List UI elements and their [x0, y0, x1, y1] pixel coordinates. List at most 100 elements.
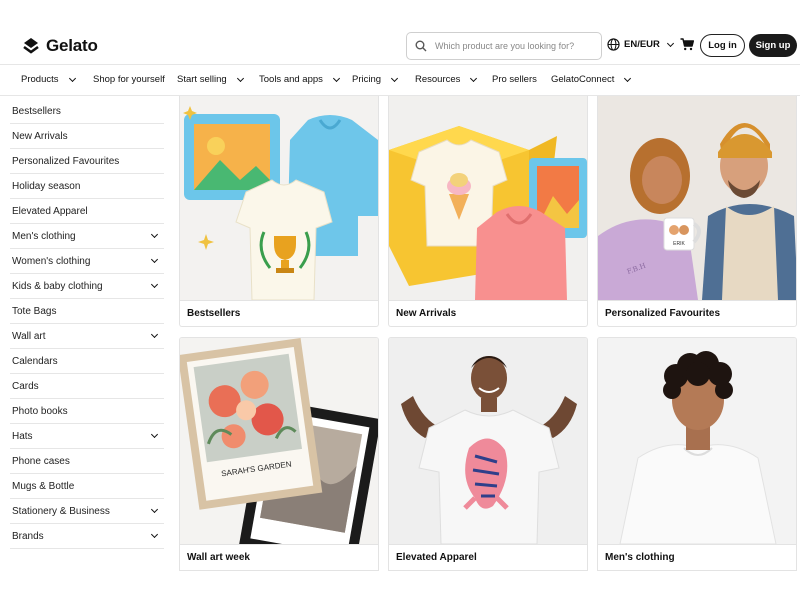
nav-label: Shop for yourself [93, 74, 165, 85]
chevron-down-icon [150, 330, 159, 339]
category-sidebar: Bestsellers New Arrivals Personalized Fa… [10, 99, 164, 549]
nav-tools-and-apps[interactable]: Tools and apps [259, 74, 340, 85]
brand-name: Gelato [46, 36, 98, 55]
sidebar-item-label: Elevated Apparel [12, 205, 88, 217]
sidebar-item-label: New Arrivals [12, 130, 68, 142]
card-label: Men's clothing [598, 544, 796, 570]
sidebar-item-label: Mugs & Bottle [12, 480, 75, 492]
sidebar-item-label: Women's clothing [12, 255, 91, 267]
sidebar-item-label: Photo books [12, 405, 68, 417]
cart-icon [680, 38, 695, 51]
chevron-down-icon [150, 505, 159, 514]
gelato-logo-icon [23, 38, 39, 54]
nav-label: Start selling [177, 74, 227, 85]
category-card-elevated-apparel[interactable]: Elevated Apparel [388, 337, 588, 571]
sidebar-item-label: Tote Bags [12, 305, 57, 317]
signup-button[interactable]: Sign up [749, 34, 797, 57]
nav-pricing[interactable]: Pricing [352, 74, 399, 85]
main-navigation: Products Shop for yourself Start selling… [0, 64, 800, 96]
card-label: Elevated Apparel [389, 544, 587, 570]
new-arrivals-image [389, 96, 587, 300]
search-input[interactable] [435, 41, 585, 51]
sidebar-item-calendars[interactable]: Calendars [10, 349, 164, 374]
globe-icon [607, 38, 620, 51]
nav-label: Pricing [352, 74, 382, 85]
sidebar-item-womens-clothing[interactable]: Women's clothing [10, 249, 164, 274]
sidebar-item-label: Calendars [12, 355, 58, 367]
sidebar-item-hats[interactable]: Hats [10, 424, 164, 449]
sidebar-item-mugs-bottle[interactable]: Mugs & Bottle [10, 474, 164, 499]
chevron-down-icon [68, 74, 76, 82]
nav-label: GelatoConnect [551, 74, 615, 85]
nav-start-selling[interactable]: Start selling [177, 74, 244, 85]
brand-logo[interactable]: Gelato [22, 36, 98, 56]
chevron-down-icon [666, 39, 674, 47]
sidebar-item-label: Holiday season [12, 180, 81, 192]
nav-pro-sellers[interactable]: Pro sellers [492, 74, 537, 85]
card-label: Bestsellers [180, 300, 378, 326]
search-box[interactable] [406, 32, 602, 60]
sidebar-item-kids-baby-clothing[interactable]: Kids & baby clothing [10, 274, 164, 299]
chevron-down-icon [470, 74, 478, 82]
sidebar-item-personalized-favourites[interactable]: Personalized Favourites [10, 149, 164, 174]
bestsellers-image [180, 96, 378, 300]
sidebar-item-label: Wall art [12, 330, 46, 342]
card-label: New Arrivals [389, 300, 587, 326]
sidebar-item-tote-bags[interactable]: Tote Bags [10, 299, 164, 324]
sidebar-item-label: Personalized Favourites [12, 155, 120, 167]
sidebar-item-new-arrivals[interactable]: New Arrivals [10, 124, 164, 149]
chevron-down-icon [624, 74, 632, 82]
mens-clothing-image [598, 338, 796, 544]
chevron-down-icon [391, 74, 399, 82]
sidebar-item-label: Phone cases [12, 455, 70, 467]
language-selector[interactable]: EN/EUR [607, 38, 674, 51]
category-card-mens-clothing[interactable]: Men's clothing [597, 337, 797, 571]
nav-label: Products [21, 74, 59, 85]
site-header: Gelato EN/EUR Log in Sign up [0, 0, 800, 64]
nav-label: Pro sellers [492, 74, 537, 85]
sidebar-item-mens-clothing[interactable]: Men's clothing [10, 224, 164, 249]
sidebar-item-brands[interactable]: Brands [10, 524, 164, 549]
sidebar-item-wall-art[interactable]: Wall art [10, 324, 164, 349]
category-card-wall-art-week[interactable]: SARAH'S GARDEN Wall art week [179, 337, 379, 571]
nav-resources[interactable]: Resources [415, 74, 478, 85]
card-label: Wall art week [180, 544, 378, 570]
sidebar-item-stationery-business[interactable]: Stationery & Business [10, 499, 164, 524]
sidebar-item-photo-books[interactable]: Photo books [10, 399, 164, 424]
sidebar-item-label: Men's clothing [12, 230, 76, 242]
chevron-down-icon [150, 430, 159, 439]
sidebar-item-label: Stationery & Business [12, 505, 110, 517]
nav-products[interactable]: Products [21, 74, 76, 85]
chevron-down-icon [236, 74, 244, 82]
category-card-personalized-favourites[interactable]: ERIK F.B.H Personalized Favourites [597, 96, 797, 327]
sidebar-item-label: Kids & baby clothing [12, 280, 103, 292]
category-card-new-arrivals[interactable]: New Arrivals [388, 96, 588, 327]
nav-shop-for-yourself[interactable]: Shop for yourself [93, 74, 165, 85]
personalized-favourites-image: ERIK F.B.H [598, 96, 796, 300]
sidebar-item-label: Hats [12, 430, 33, 442]
chevron-down-icon [150, 255, 159, 264]
nav-label: Tools and apps [259, 74, 323, 85]
sidebar-item-phone-cases[interactable]: Phone cases [10, 449, 164, 474]
chevron-down-icon [150, 280, 159, 289]
wall-art-week-image: SARAH'S GARDEN [180, 338, 378, 544]
category-card-bestsellers[interactable]: Bestsellers [179, 96, 379, 327]
elevated-apparel-image [389, 338, 587, 544]
search-icon [415, 40, 427, 52]
sidebar-item-cards[interactable]: Cards [10, 374, 164, 399]
sidebar-item-elevated-apparel[interactable]: Elevated Apparel [10, 199, 164, 224]
mug-print-text: ERIK [673, 241, 685, 247]
nav-label: Resources [415, 74, 461, 85]
cart-button[interactable] [680, 38, 695, 56]
sidebar-item-holiday-season[interactable]: Holiday season [10, 174, 164, 199]
chevron-down-icon [150, 530, 159, 539]
chevron-down-icon [332, 74, 340, 82]
card-label: Personalized Favourites [598, 300, 796, 326]
language-label: EN/EUR [624, 39, 660, 50]
chevron-down-icon [150, 230, 159, 239]
sidebar-item-label: Cards [12, 380, 39, 392]
login-button[interactable]: Log in [700, 34, 745, 57]
sidebar-item-label: Bestsellers [12, 105, 61, 117]
sidebar-item-bestsellers[interactable]: Bestsellers [10, 99, 164, 124]
nav-gelatoconnect[interactable]: GelatoConnect [551, 74, 632, 85]
